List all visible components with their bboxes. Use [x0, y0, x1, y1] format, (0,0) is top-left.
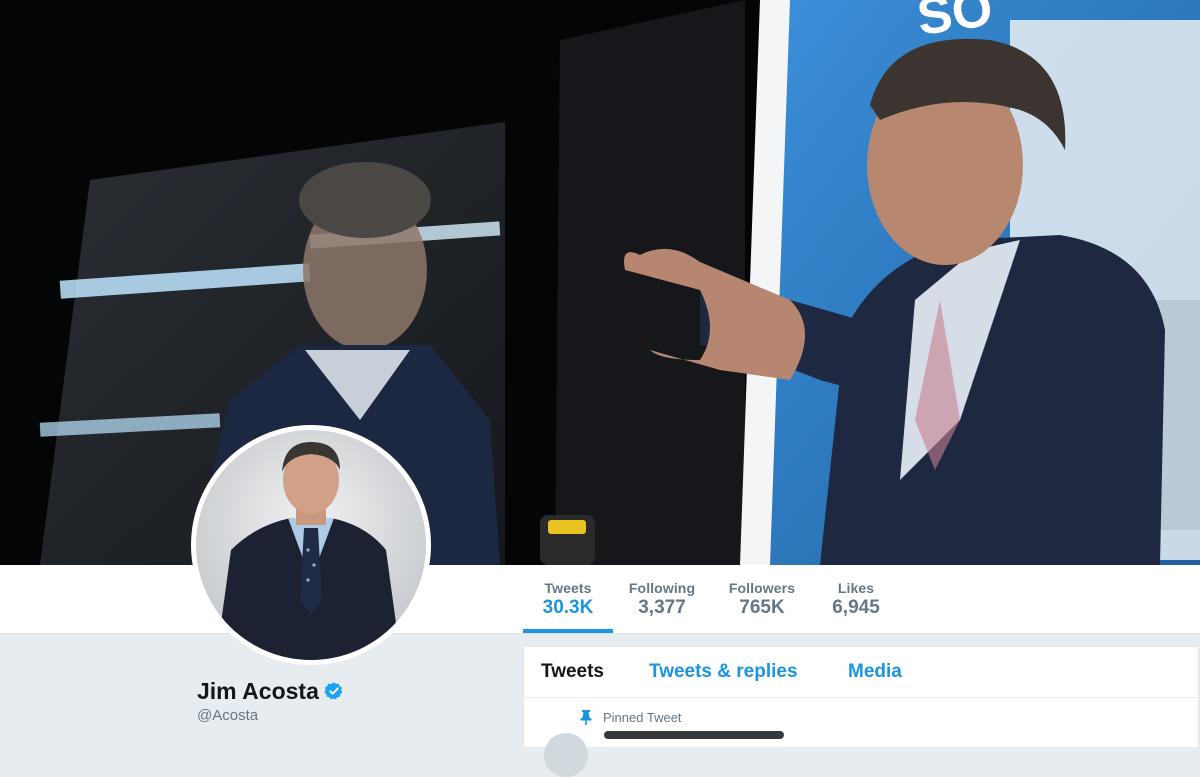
tab-tweets-and-replies[interactable]: Tweets & replies — [649, 661, 798, 683]
avatar-photo — [196, 430, 426, 660]
timeline-panel: Tweets Tweets & replies Media Pinned Twe… — [523, 646, 1199, 777]
stat-likes-label: Likes — [837, 580, 875, 596]
profile-avatar[interactable] — [191, 425, 431, 665]
stat-following-label: Following — [628, 580, 696, 596]
stat-followers-value: 765K — [739, 597, 785, 618]
stat-followers-label: Followers — [728, 580, 796, 596]
pinned-tweet-label: Pinned Tweet — [603, 709, 682, 725]
profile-stats-bar: Tweets 30.3K Following 3,377 Followers 7… — [0, 565, 1200, 634]
tab-tweets[interactable]: Tweets — [541, 661, 604, 683]
header-banner[interactable]: SO — [0, 0, 1200, 565]
stat-tweets-label: Tweets — [544, 580, 592, 596]
pinned-tweet-context: Pinned Tweet — [579, 709, 682, 725]
tweet-author-avatar[interactable] — [544, 733, 588, 777]
profile-name-row: Jim Acosta — [197, 676, 344, 706]
stat-following-value: 3,377 — [638, 597, 686, 618]
stat-likes-value: 6,945 — [832, 597, 880, 618]
header-photo: SO — [0, 0, 1200, 565]
tweet-author-line — [604, 731, 784, 739]
active-stat-underline — [523, 629, 613, 633]
stat-followers[interactable]: Followers 765K — [719, 565, 805, 631]
verified-badge-icon — [324, 682, 343, 700]
profile-name[interactable]: Jim Acosta — [197, 678, 319, 705]
stat-tweets-value: 30.3K — [542, 597, 594, 618]
stat-tweets[interactable]: Tweets 30.3K — [523, 565, 613, 633]
stat-following[interactable]: Following 3,377 — [619, 565, 705, 631]
pin-icon — [580, 710, 592, 725]
profile-handle[interactable]: @Acosta — [197, 707, 258, 724]
stat-likes[interactable]: Likes 6,945 — [819, 565, 893, 631]
timeline-tabs: Tweets Tweets & replies Media — [524, 647, 1198, 698]
tab-media[interactable]: Media — [848, 661, 902, 683]
